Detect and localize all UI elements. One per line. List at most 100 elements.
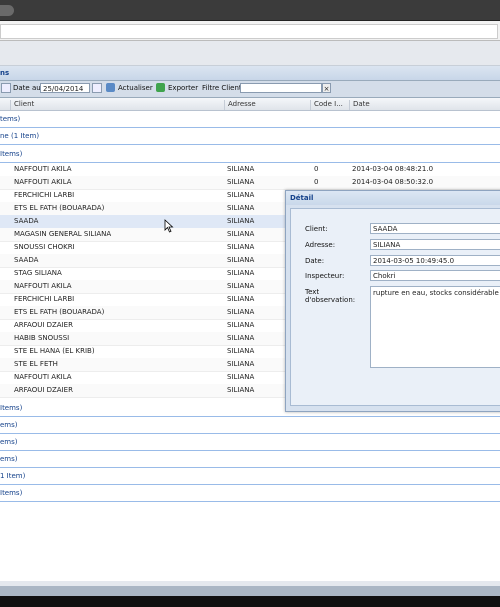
- column-header-date[interactable]: Date: [349, 100, 370, 110]
- address-field[interactable]: [0, 24, 498, 39]
- adresse-field[interactable]: SILIANA: [370, 239, 500, 250]
- group-header[interactable]: ems): [0, 417, 500, 434]
- cell-adresse: SILIANA: [227, 269, 255, 277]
- filter-client-label: Filtre Client:: [202, 84, 245, 92]
- group-label: 1 Item): [0, 472, 26, 480]
- date-picker-icon[interactable]: [92, 83, 102, 93]
- group-label: ems): [0, 438, 18, 446]
- group-label: Items): [0, 150, 23, 158]
- cell-date: 2014-03-04 08:48:21.0: [352, 165, 434, 173]
- cell-client: MAGASIN GENERAL SILIANA: [14, 230, 112, 238]
- cell-adresse: SILIANA: [227, 165, 255, 173]
- observation-label: Text: [305, 288, 320, 296]
- client-label: Client:: [305, 225, 328, 233]
- browser-back-button[interactable]: [0, 5, 14, 16]
- cell-client: STE EL FETH: [14, 360, 58, 368]
- date-label: Date:: [305, 257, 325, 265]
- observation-label-line2: d'observation:: [305, 296, 356, 304]
- cell-adresse: SILIANA: [227, 347, 255, 355]
- cell-client: FERCHICHI LARBI: [14, 191, 75, 199]
- group-label: ems): [0, 455, 18, 463]
- cell-adresse: SILIANA: [227, 243, 255, 251]
- cell-client: FERCHICHI LARBI: [14, 295, 75, 303]
- group-header[interactable]: ne (1 Item): [0, 128, 500, 145]
- date-label: Date au:: [13, 84, 44, 92]
- cell-adresse: SILIANA: [227, 295, 255, 303]
- cell-client: STE EL HANA (EL KRIB): [14, 347, 95, 355]
- screen-bottom-bar: [0, 596, 500, 607]
- group-header[interactable]: ems): [0, 434, 500, 451]
- cell-adresse: SILIANA: [227, 308, 255, 316]
- app-header-band: [0, 41, 500, 66]
- cell-adresse: SILIANA: [227, 217, 255, 225]
- mouse-cursor-icon: [164, 219, 174, 233]
- panel-title: ns: [0, 69, 10, 77]
- inspecteur-label: Inspecteur:: [305, 272, 345, 280]
- group-label: Items): [0, 404, 23, 412]
- cell-adresse: SILIANA: [227, 191, 255, 199]
- group-label: ems): [0, 421, 18, 429]
- cell-client: NAFFOUTI AKILA: [14, 373, 72, 381]
- detail-dialog: Détail Client: SAADA Adresse: SILIANA Da…: [285, 190, 500, 412]
- group-header[interactable]: ems): [0, 451, 500, 468]
- table-row[interactable]: NAFFOUTI AKILA SILIANA 0 2014-03-04 08:50:3…: [0, 176, 500, 190]
- table-row[interactable]: NAFFOUTI AKILA SILIANA 0 2014-03-04 08:48:2…: [0, 163, 500, 177]
- cell-client: NAFFOUTI AKILA: [14, 165, 72, 173]
- group-label: tems): [0, 115, 21, 123]
- cell-client: SAADA: [14, 256, 39, 264]
- cell-date: 2014-03-04 08:50:32.0: [352, 178, 434, 186]
- cell-code: 0: [314, 165, 319, 173]
- cell-client: SAADA: [14, 217, 39, 225]
- cell-adresse: SILIANA: [227, 230, 255, 238]
- column-header-client[interactable]: Client: [10, 100, 34, 110]
- cell-adresse: SILIANA: [227, 386, 255, 394]
- adresse-label: Adresse:: [305, 241, 336, 249]
- cell-client: ARFAOUI DZAIER: [14, 321, 73, 329]
- cell-adresse: SILIANA: [227, 321, 255, 329]
- group-header[interactable]: Items): [0, 146, 500, 163]
- date-field[interactable]: 2014-03-05 10:49:45.0: [370, 255, 500, 266]
- group-header[interactable]: tems): [0, 111, 500, 128]
- cell-adresse: SILIANA: [227, 334, 255, 342]
- dialog-form: Client: SAADA Adresse: SILIANA Date: 201…: [290, 208, 500, 406]
- cell-client: ETS EL FATH (BOUARADA): [14, 204, 105, 212]
- export-icon[interactable]: [156, 83, 165, 92]
- clear-filter-icon[interactable]: ×: [322, 83, 331, 93]
- group-header[interactable]: 1 Item): [0, 468, 500, 485]
- cell-adresse: SILIANA: [227, 282, 255, 290]
- address-bar: [0, 21, 500, 41]
- cell-code: 0: [314, 178, 319, 186]
- browser-top-bar: [0, 0, 500, 21]
- panel-header: ns: [0, 66, 500, 81]
- cell-client: NAFFOUTI AKILA: [14, 282, 72, 290]
- filter-client-input[interactable]: [240, 83, 322, 93]
- export-button[interactable]: Exporter: [168, 84, 198, 92]
- group-header[interactable]: Items): [0, 485, 500, 502]
- cell-adresse: SILIANA: [227, 360, 255, 368]
- group-label: Items): [0, 489, 23, 497]
- observation-textarea[interactable]: rupture en eau, stocks considérable e: [370, 286, 500, 368]
- cell-client: NAFFOUTI AKILA: [14, 178, 72, 186]
- calendar-icon[interactable]: [1, 83, 11, 93]
- cell-adresse: SILIANA: [227, 204, 255, 212]
- dialog-header[interactable]: Détail: [286, 191, 500, 205]
- cell-adresse: SILIANA: [227, 178, 255, 186]
- cell-client: HABIB SNOUSSI: [14, 334, 70, 342]
- dialog-title: Détail: [290, 194, 314, 202]
- status-bar: [0, 586, 500, 596]
- cell-client: ARFAOUI DZAIER: [14, 386, 73, 394]
- inspecteur-field[interactable]: Chokri: [370, 270, 500, 281]
- toolbar: Date au: 25/04/2014 Actualiser Exporter …: [0, 81, 500, 98]
- cell-client: SNOUSSI CHOKRI: [14, 243, 75, 251]
- date-input[interactable]: 25/04/2014: [40, 83, 90, 93]
- cell-client: ETS EL FATH (BOUARADA): [14, 308, 105, 316]
- refresh-icon[interactable]: [106, 83, 115, 92]
- cell-adresse: SILIANA: [227, 256, 255, 264]
- cell-client: STAG SILIANA: [14, 269, 62, 277]
- column-header-code[interactable]: Code I...: [310, 100, 343, 110]
- refresh-button[interactable]: Actualiser: [118, 84, 153, 92]
- client-field[interactable]: SAADA: [370, 223, 500, 234]
- grid-header: Client Adresse Code I... Date: [0, 98, 500, 111]
- group-label: ne (1 Item): [0, 132, 40, 140]
- column-header-adresse[interactable]: Adresse: [224, 100, 256, 110]
